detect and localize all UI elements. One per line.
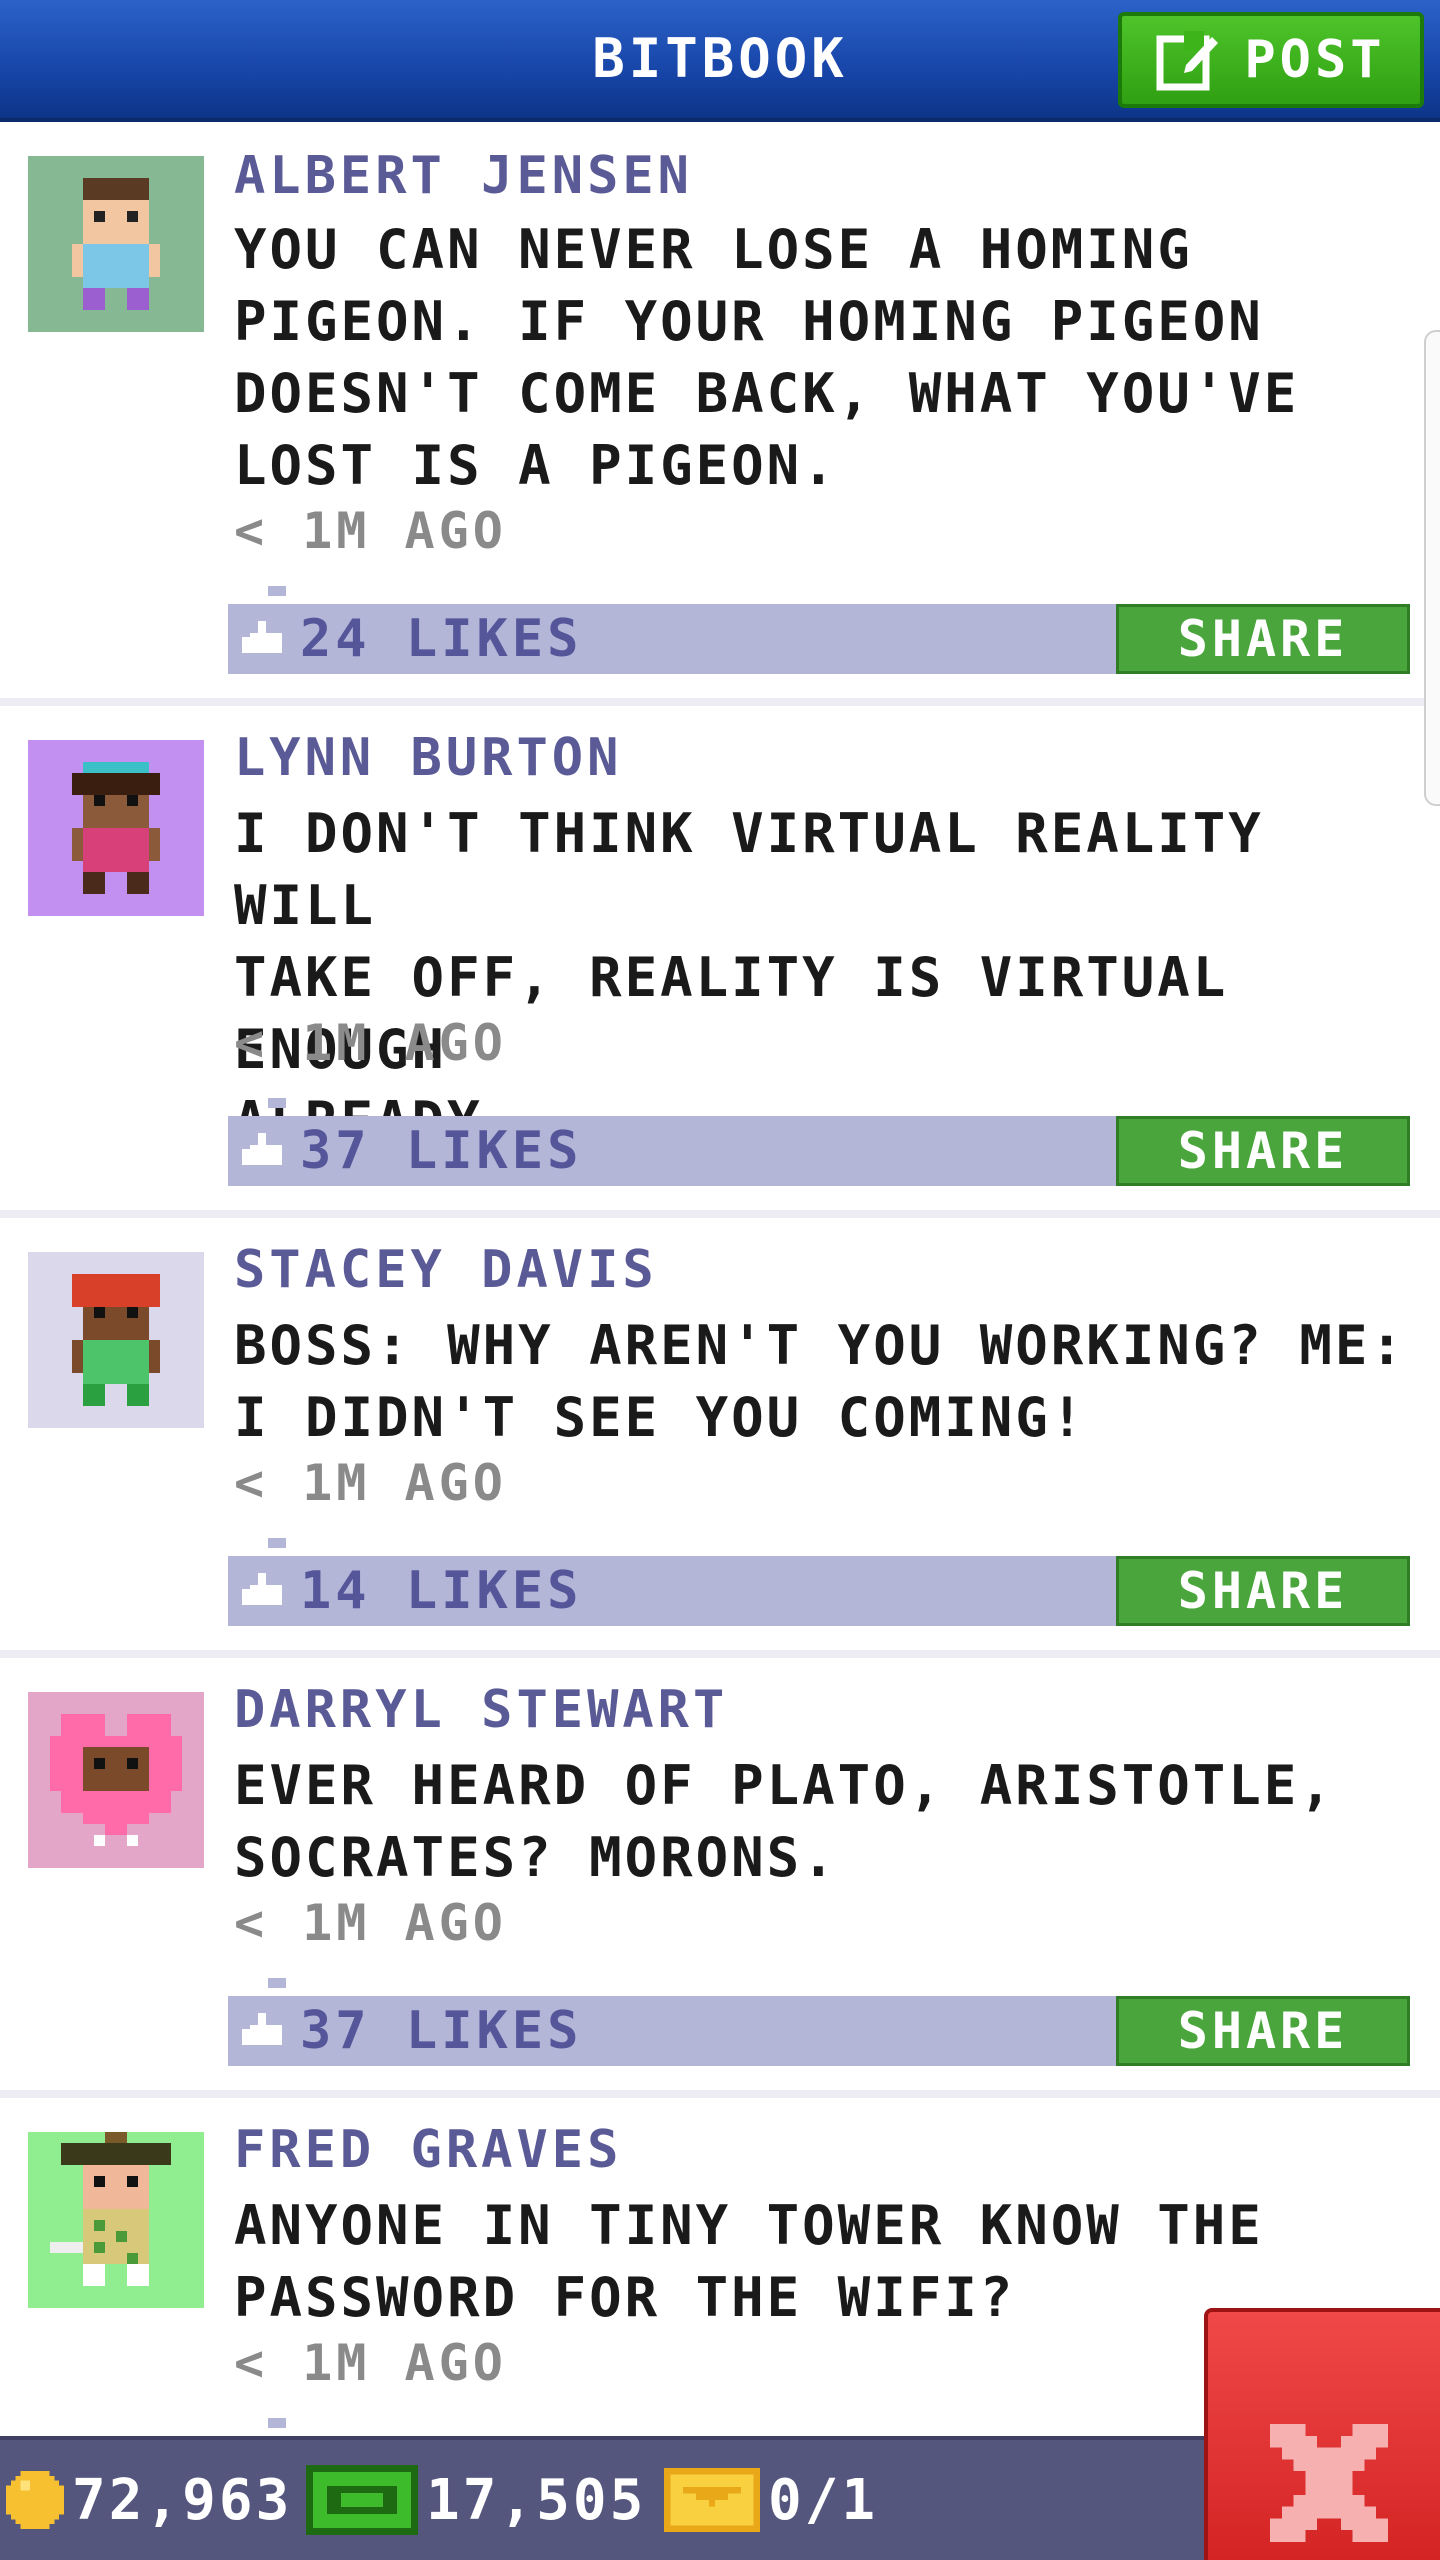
like-count: 24 LIKES [300, 609, 583, 669]
post-timestamp: < 1M AGO [234, 502, 507, 560]
like-button[interactable]: 37 LIKES [228, 1116, 1128, 1186]
tickets-stat: 0/1 [664, 2440, 878, 2560]
ticket-icon [664, 2468, 760, 2532]
coin-icon [6, 2471, 64, 2529]
edit-icon [1156, 31, 1219, 91]
post-button[interactable]: POST [1118, 12, 1424, 108]
bux-stat: 17,505 [306, 2440, 646, 2560]
post-divider [0, 1210, 1440, 1218]
post-item: LYNN BURTON I DON'T THINK VIRTUAL REALIT… [0, 706, 1440, 1218]
like-bar-nub [268, 1098, 286, 1108]
post-divider [0, 1650, 1440, 1658]
coins-value: 72,963 [72, 2467, 293, 2533]
post-author[interactable]: LYNN BURTON [234, 728, 622, 788]
like-icon [242, 1133, 282, 1165]
avatar[interactable] [28, 156, 204, 332]
post-text-line: PIGEON. IF YOUR HOMING PIGEON [234, 290, 1264, 353]
share-button[interactable]: SHARE [1116, 1556, 1410, 1626]
like-bar-nub [268, 1538, 286, 1548]
like-bar: 37 LIKES SHARE [228, 1996, 1410, 2066]
post-timestamp: < 1M AGO [234, 2334, 507, 2392]
post-feed[interactable]: ALBERT JENSEN YOU CAN NEVER LOSE A HOMIN… [0, 126, 1440, 2436]
post-button-label: POST [1244, 30, 1386, 90]
post-text-line: LOST IS A PIGEON. [234, 434, 838, 497]
like-icon [242, 621, 282, 653]
post-text: YOU CAN NEVER LOSE A HOMING PIGEON. IF Y… [234, 214, 1424, 502]
post-timestamp: < 1M AGO [234, 1014, 507, 1072]
post-timestamp: < 1M AGO [234, 1454, 507, 1512]
share-button[interactable]: SHARE [1116, 1116, 1410, 1186]
post-text-line: YOU CAN NEVER LOSE A HOMING [234, 218, 1193, 281]
bux-icon [306, 2465, 418, 2535]
avatar[interactable] [28, 1252, 204, 1428]
post-text-line: BOSS: WHY AREN'T YOU WORKING? ME: [234, 1314, 1406, 1377]
like-bar: 24 LIKES SHARE [228, 604, 1410, 674]
post-author[interactable]: DARRYL STEWART [234, 1680, 728, 1740]
post-text-line: DOESN'T COME BACK, WHAT YOU'VE [234, 362, 1300, 425]
like-bar-nub [268, 1978, 286, 1988]
like-bar: 37 LIKES SHARE [228, 1116, 1410, 1186]
like-count: 14 LIKES [300, 1561, 583, 1621]
post-item: ALBERT JENSEN YOU CAN NEVER LOSE A HOMIN… [0, 126, 1440, 706]
post-author[interactable]: FRED GRAVES [234, 2120, 622, 2180]
post-text-line: EVER HEARD OF PLATO, ARISTOTLE, [234, 1754, 1335, 1817]
like-bar-nub [268, 2418, 286, 2428]
like-bar: 14 LIKES SHARE [228, 1556, 1410, 1626]
post-text-line: ANYONE IN TINY TOWER KNOW THE [234, 2194, 1264, 2257]
bux-value: 17,505 [426, 2467, 647, 2533]
like-button[interactable]: 14 LIKES [228, 1556, 1128, 1626]
post-divider [0, 698, 1440, 706]
post-text: I DON'T THINK VIRTUAL REALITY WILL TAKE … [234, 798, 1424, 1158]
avatar[interactable] [28, 1692, 204, 1868]
post-divider [0, 2090, 1440, 2098]
post-item: STACEY DAVIS BOSS: WHY AREN'T YOU WORKIN… [0, 1218, 1440, 1658]
post-text-line: I DIDN'T SEE YOU COMING! [234, 1386, 1087, 1449]
coins-stat: 72,963 [6, 2440, 292, 2560]
like-bar-nub [268, 586, 286, 596]
post-text-line: I DON'T THINK VIRTUAL REALITY WILL [234, 802, 1264, 937]
like-icon [242, 1573, 282, 1605]
post-item: DARRYL STEWART EVER HEARD OF PLATO, ARIS… [0, 1658, 1440, 2098]
like-button[interactable]: 37 LIKES [228, 1996, 1128, 2066]
like-count: 37 LIKES [300, 1121, 583, 1181]
scrollbar[interactable] [1424, 330, 1440, 806]
header-bar: BITBOOK POST [0, 0, 1440, 122]
avatar[interactable] [28, 2132, 204, 2308]
post-author[interactable]: ALBERT JENSEN [234, 146, 693, 206]
post-text: EVER HEARD OF PLATO, ARISTOTLE, SOCRATES… [234, 1750, 1424, 1894]
like-count: 37 LIKES [300, 2001, 583, 2061]
tickets-value: 0/1 [768, 2467, 879, 2533]
like-icon [242, 2013, 282, 2045]
post-text-line: SOCRATES? MORONS. [234, 1826, 838, 1889]
like-button[interactable]: 24 LIKES [228, 604, 1128, 674]
share-button[interactable]: SHARE [1116, 604, 1410, 674]
close-button[interactable] [1204, 2308, 1440, 2560]
close-icon [1270, 2424, 1388, 2542]
avatar[interactable] [28, 740, 204, 916]
share-button[interactable]: SHARE [1116, 1996, 1410, 2066]
post-author[interactable]: STACEY DAVIS [234, 1240, 658, 1300]
post-text: BOSS: WHY AREN'T YOU WORKING? ME: I DIDN… [234, 1310, 1424, 1454]
post-timestamp: < 1M AGO [234, 1894, 507, 1952]
